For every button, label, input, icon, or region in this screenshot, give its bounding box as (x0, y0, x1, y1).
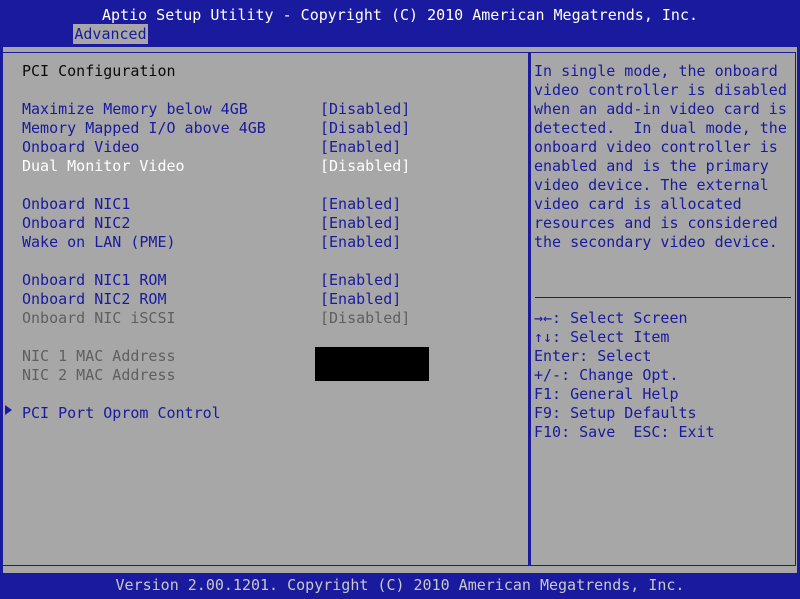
setting-value-mmio-above-4gb[interactable]: [Disabled] (320, 119, 410, 138)
help-line: video controller is disabled (534, 81, 787, 99)
app-title: Aptio Setup Utility - Copyright (C) 2010… (101, 6, 699, 24)
setting-value-wake-on-lan[interactable]: [Enabled] (320, 233, 401, 252)
setting-label-wake-on-lan[interactable]: Wake on LAN (PME) (22, 233, 176, 252)
tab-advanced[interactable]: Advanced (73, 24, 148, 44)
setting-value-nic-iscsi: [Disabled] (320, 309, 411, 327)
key-hint: +/-: Change Opt. (534, 366, 679, 384)
key-hint: Enter: Select (534, 347, 652, 365)
setting-label-max-memory[interactable]: Maximize Memory below 4GB (22, 100, 248, 119)
setting-label-onboard-nic2[interactable]: Onboard NIC2 (22, 214, 130, 233)
setting-label-nic-iscsi: Onboard NIC iSCSI (22, 309, 176, 327)
help-line: In single mode, the onboard (534, 62, 778, 80)
setting-value-dual-monitor[interactable]: [Disabled] (320, 157, 410, 176)
submenu-pci-port-oprom[interactable]: PCI Port Oprom Control (22, 404, 221, 423)
help-line: resources and is considered (534, 214, 778, 232)
submenu-arrow-icon (5, 405, 12, 415)
setting-value-max-memory[interactable]: [Disabled] (320, 100, 410, 119)
setting-label-dual-monitor[interactable]: Dual Monitor Video (22, 157, 185, 176)
help-line: detected. In dual mode, the (534, 119, 787, 137)
nic2-mac-label: NIC 2 MAC Address (22, 366, 176, 384)
page-title: PCI Configuration (22, 62, 176, 80)
help-line: onboard video controller is (534, 138, 778, 156)
setting-label-onboard-video[interactable]: Onboard Video (22, 138, 139, 157)
key-hint: ↑↓: Select Item (534, 328, 670, 346)
key-hint: F1: General Help (534, 385, 679, 403)
setting-label-mmio-above-4gb[interactable]: Memory Mapped I/O above 4GB (22, 119, 266, 138)
pane-divider (529, 52, 531, 566)
footer-version: Version 2.00.1201. Copyright (C) 2010 Am… (115, 576, 685, 594)
help-divider (535, 297, 791, 298)
setting-label-nic2-rom[interactable]: Onboard NIC2 ROM (22, 290, 167, 309)
help-line: the secondary video device. (534, 233, 778, 251)
setting-value-nic2-rom[interactable]: [Enabled] (320, 290, 401, 309)
help-line: video card is allocated (534, 195, 742, 213)
redacted-mac-address (315, 347, 429, 381)
setting-value-onboard-nic2[interactable]: [Enabled] (320, 214, 401, 233)
help-line: enabled and is the primary (534, 157, 769, 175)
key-hint: F9: Setup Defaults (534, 404, 697, 422)
setting-value-nic1-rom[interactable]: [Enabled] (320, 271, 401, 290)
setting-value-onboard-video[interactable]: [Enabled] (320, 138, 401, 157)
nic1-mac-label: NIC 1 MAC Address (22, 347, 176, 365)
help-line: when an add-in video card is (534, 100, 787, 118)
key-hint: →←: Select Screen (534, 309, 688, 327)
setting-label-nic1-rom[interactable]: Onboard NIC1 ROM (22, 271, 167, 290)
setting-label-onboard-nic1[interactable]: Onboard NIC1 (22, 195, 130, 214)
help-line: video device. The external (534, 176, 769, 194)
key-hint: F10: Save ESC: Exit (534, 423, 715, 441)
setting-value-onboard-nic1[interactable]: [Enabled] (320, 195, 401, 214)
